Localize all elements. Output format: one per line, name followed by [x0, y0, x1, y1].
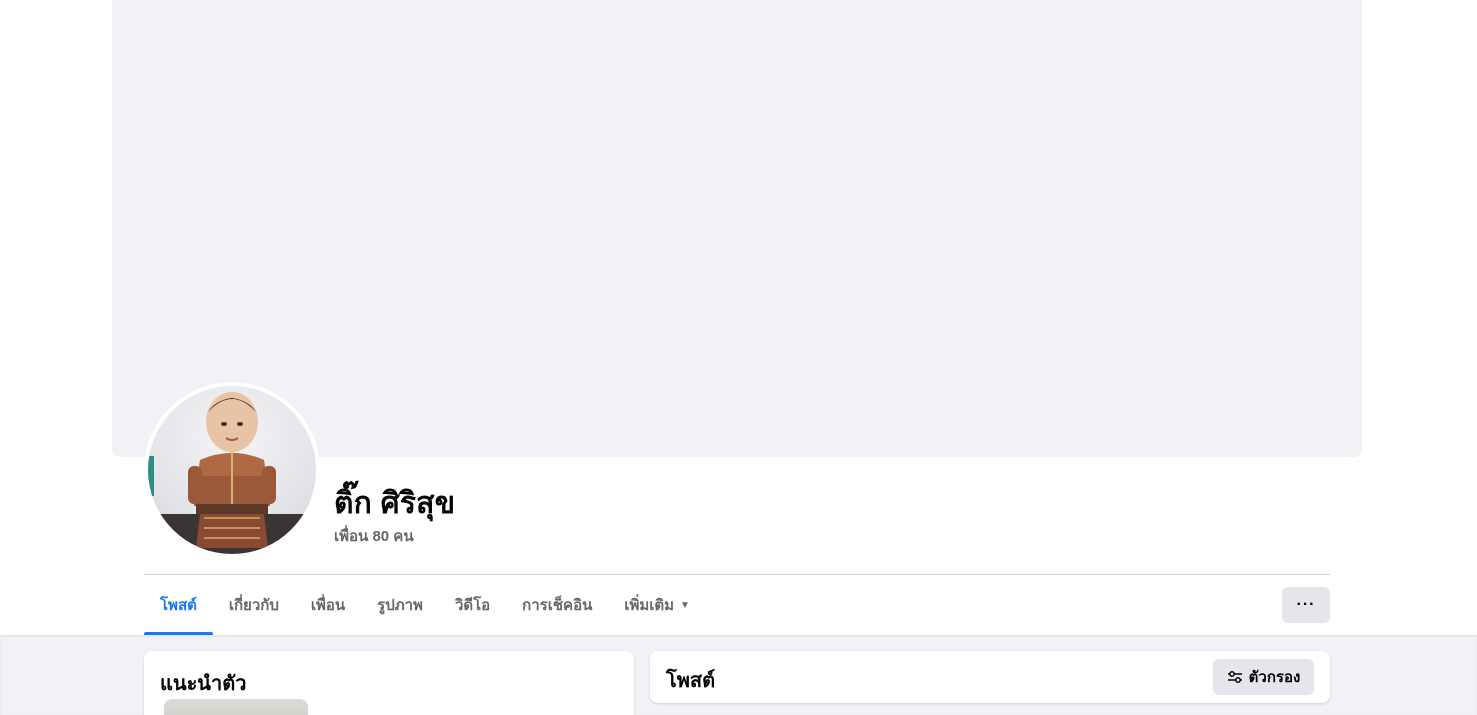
tab-more[interactable]: เพิ่มเติม ▼ — [608, 575, 706, 635]
caret-down-icon: ▼ — [680, 599, 690, 611]
tab-photos[interactable]: รูปภาพ — [361, 575, 439, 635]
tab-label: การเช็คอิน — [522, 597, 593, 614]
profile-picture[interactable] — [144, 382, 320, 558]
avatar-image — [148, 392, 316, 554]
profile-header: ติ๊ก ศิริสุข เพื่อน 80 คน โพสต์ เกี่ยวกั… — [0, 0, 1477, 635]
friends-count[interactable]: เพื่อน 80 คน — [334, 524, 414, 548]
tab-label: วิดีโอ — [454, 597, 491, 614]
filter-icon — [1227, 669, 1243, 685]
ellipsis-icon: ··· — [1296, 596, 1316, 613]
tab-label: เกี่ยวกับ — [228, 597, 279, 614]
tab-checkins[interactable]: การเช็คอิน — [506, 575, 608, 635]
tab-label: โพสต์ — [160, 597, 197, 614]
tab-posts[interactable]: โพสต์ — [144, 575, 213, 635]
tab-label: รูปภาพ — [377, 597, 423, 614]
posts-header-card: โพสต์ ตัวกรอง — [650, 651, 1330, 703]
profile-tabs: โพสต์ เกี่ยวกับ เพื่อน รูปภาพ วิดีโอ การ… — [144, 575, 706, 635]
posts-title: โพสต์ — [666, 670, 716, 692]
tab-label: เพิ่มเติม — [624, 597, 675, 614]
more-options-button[interactable]: ··· — [1282, 587, 1330, 623]
intro-photo[interactable] — [164, 699, 308, 715]
filter-button[interactable]: ตัวกรอง — [1213, 659, 1314, 695]
tab-videos[interactable]: วิดีโอ — [439, 575, 506, 635]
avatar — [148, 386, 316, 554]
intro-title: แนะนำตัว — [160, 673, 247, 695]
tab-friends[interactable]: เพื่อน — [295, 575, 361, 635]
profile-page: ติ๊ก ศิริสุข เพื่อน 80 คน โพสต์ เกี่ยวกั… — [0, 0, 1477, 715]
filter-label: ตัวกรอง — [1248, 669, 1301, 686]
profile-name: ติ๊ก ศิริสุข — [334, 487, 456, 520]
tab-about[interactable]: เกี่ยวกับ — [213, 575, 295, 635]
tab-label: เพื่อน — [310, 597, 346, 614]
intro-card: แนะนำตัว — [144, 651, 634, 715]
